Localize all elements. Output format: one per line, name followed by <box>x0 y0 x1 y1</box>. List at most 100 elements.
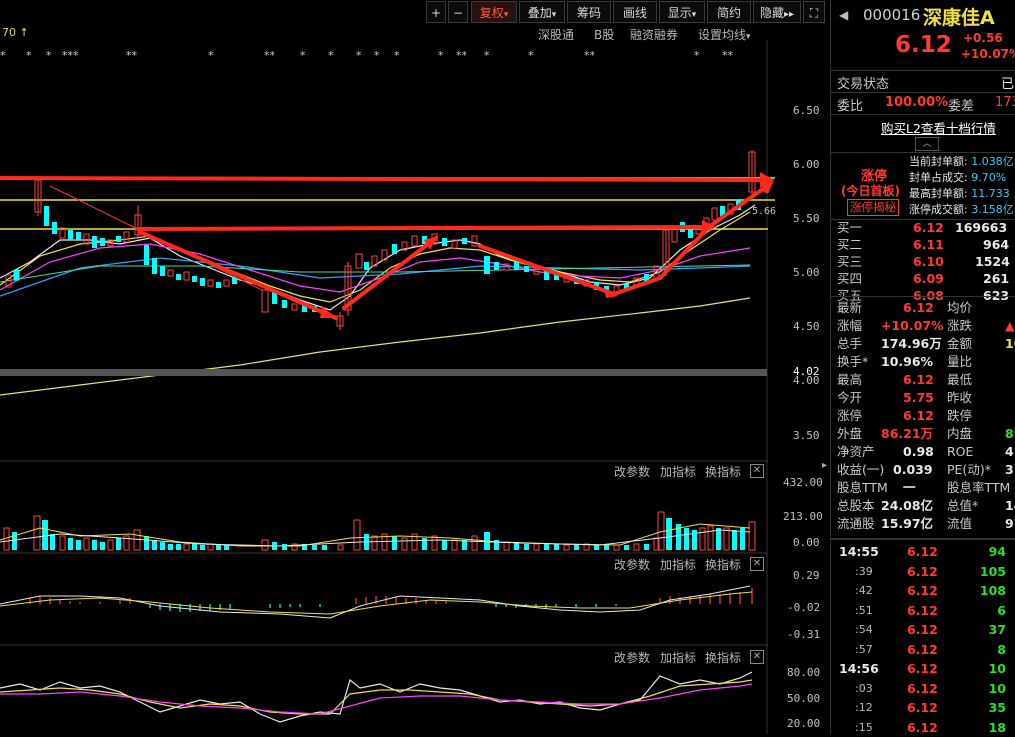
close-icon[interactable]: ✕ <box>750 650 764 664</box>
svg-text:**: ** <box>722 49 734 62</box>
weicha-value: 173 <box>995 95 1015 110</box>
y-tick: 432.00 <box>783 476 823 489</box>
switch-indicator-button[interactable]: 换指标 <box>705 649 741 666</box>
quote-label: 总股本 <box>837 498 875 513</box>
tick-time: 14:56 <box>839 661 879 676</box>
quote-row: 流通股 15.97亿流值 97.7 <box>837 515 1015 533</box>
panel-splitter-handle[interactable]: ▸ <box>822 460 828 474</box>
current-price: 6.12 <box>895 32 952 58</box>
xianshi-button[interactable]: 显示▾ <box>659 1 705 23</box>
tick-price: 6.12 <box>907 700 938 715</box>
tick-row: :39 6.12 105 <box>831 562 1015 581</box>
weicha-label: 委差 <box>948 99 975 114</box>
chevron-down-icon: ▾ <box>503 10 509 20</box>
edit-params-button[interactable]: 改参数 <box>614 463 650 480</box>
quote-label: 最高 <box>837 372 863 387</box>
tick-time: :42 <box>855 584 873 597</box>
svg-text:*: * <box>26 49 32 62</box>
tick-volume: 8 <box>997 641 1006 657</box>
tick-volume: 10 <box>988 661 1006 676</box>
quote-value: 6.12 <box>903 300 934 315</box>
quote-label: 最低 <box>947 372 973 387</box>
tick-price: 6.12 <box>907 563 938 579</box>
diejia-button[interactable]: 叠加▾ <box>519 1 565 23</box>
quote-label: 流值 <box>947 516 973 531</box>
y-tick: 80.00 <box>787 666 821 679</box>
tick-volume: 6 <box>997 602 1006 618</box>
yincang-button[interactable]: 隐藏▸▸ <box>753 1 801 23</box>
quote-grid: 最新 6.12 均价涨幅 +10.07%涨跌 ▲ 总手 174.96万金额 10.7 换手* 10… <box>831 299 1015 535</box>
quote-label: PE(动)* <box>947 462 991 477</box>
switch-indicator-button[interactable]: 换指标 <box>705 556 741 573</box>
quote-panel: ◀ 000016 深康佳A 6.12 +0.56 +10.07% 交易状态 已 … <box>830 0 1015 735</box>
tick-volume: 35 <box>988 700 1006 715</box>
price-change: +0.56 <box>963 31 1003 45</box>
collapse-up-icon[interactable]: ︿ <box>915 137 939 151</box>
quote-value: 0.039 <box>893 462 933 477</box>
y-tick: 20.00 <box>787 717 821 730</box>
back-arrow-icon[interactable]: ◀ <box>839 8 848 22</box>
tick-time: :12 <box>855 701 873 714</box>
fullscreen-icon[interactable]: ⛶ <box>803 1 825 23</box>
zoom-out-button[interactable]: − <box>448 1 468 23</box>
fuquan-button[interactable]: 复权▾ <box>471 1 517 23</box>
chevron-down-icon: ▾ <box>551 10 557 20</box>
zoom-in-button[interactable]: + <box>426 1 446 23</box>
weibi-value: 100.00% <box>885 95 949 110</box>
current-price-tag: 4.02 <box>793 365 820 378</box>
svg-text:**: ** <box>264 49 276 62</box>
quote-label: 涨幅 <box>837 318 863 333</box>
limit-up-reveal-button[interactable]: 涨停揭秘 <box>847 199 899 216</box>
quote-label: 量比 <box>947 354 973 369</box>
chevron-down-icon: ▾ <box>691 10 697 20</box>
tick-row: :12 6.12 35 <box>831 698 1015 717</box>
chouma-button[interactable]: 筹码 <box>567 1 611 23</box>
yincang-label: 隐藏 <box>759 6 784 20</box>
tick-row: :42 6.12 108 <box>831 581 1015 600</box>
add-indicator-button[interactable]: 加指标 <box>660 556 696 573</box>
edit-params-button[interactable]: 改参数 <box>614 649 650 666</box>
quote-value: 10.7 <box>1005 336 1015 351</box>
edit-params-button[interactable]: 改参数 <box>614 556 650 573</box>
y-tick: 6.50 <box>793 104 820 117</box>
close-icon[interactable]: ✕ <box>750 557 764 571</box>
tick-list[interactable]: 14:55 6.12 94:39 6.12 105:42 6.12 108:51 6.12 6:… <box>831 542 1015 735</box>
bid-row: 买二 6.11 964 <box>837 237 1010 252</box>
l2-purchase-link[interactable]: 购买L2查看十档行情 <box>881 118 996 137</box>
huaxian-button[interactable]: 画线 <box>613 1 657 23</box>
tick-volume: 108 <box>979 583 1006 598</box>
quote-label: 换手* <box>837 354 869 369</box>
quote-label: 涨跌 <box>947 318 973 333</box>
close-icon[interactable]: ✕ <box>750 464 764 478</box>
quote-row: 最高 6.12 最低 <box>837 371 1015 389</box>
quote-value: 147 <box>1005 498 1015 513</box>
switch-indicator-button[interactable]: 换指标 <box>705 463 741 480</box>
tick-price: 6.12 <box>907 602 938 618</box>
svg-text:*: * <box>374 49 380 62</box>
quote-row: 净资产 0.98 ROE 4. <box>837 443 1015 461</box>
quote-row: 最新 6.12 均价 <box>837 299 1015 317</box>
quote-label: 内盘 <box>947 426 973 441</box>
ma-long-line <box>0 297 751 396</box>
quote-value: 5.75 <box>903 390 934 405</box>
stock-code: 000016 <box>863 6 921 24</box>
tick-time: 14:55 <box>839 544 879 559</box>
tick-volume: 94 <box>988 544 1006 559</box>
fuquan-label: 复权 <box>479 6 504 20</box>
svg-text:***: *** <box>62 49 79 62</box>
quote-value: 97.7 <box>1005 516 1015 531</box>
tick-row: :57 6.12 8 <box>831 640 1015 659</box>
chart-area[interactable]: + − 复权▾ 叠加▾ 筹码 画线 显示▾ 简约 隐藏▸▸ ⛶ 70 ↑ 深股通… <box>0 0 828 734</box>
kline-chart[interactable]: * * * *** ** * ** * * * * * * ** * * ** * ** <box>0 40 828 734</box>
quote-label: 流通股 <box>837 516 875 531</box>
svg-text:*: * <box>694 49 700 62</box>
y-tick: 0.00 <box>793 536 820 549</box>
quote-value: 10.96% <box>881 354 934 369</box>
trade-status-label: 交易状态 <box>837 77 890 92</box>
jianyue-button[interactable]: 简约 <box>707 1 751 23</box>
quote-row: 股息TTM 一 股息率TTM <box>837 479 1015 497</box>
add-indicator-button[interactable]: 加指标 <box>660 649 696 666</box>
quote-label: 跌停 <box>947 408 973 423</box>
add-indicator-button[interactable]: 加指标 <box>660 463 696 480</box>
stat-row: 封单占成交: 9.70% <box>909 171 1007 184</box>
